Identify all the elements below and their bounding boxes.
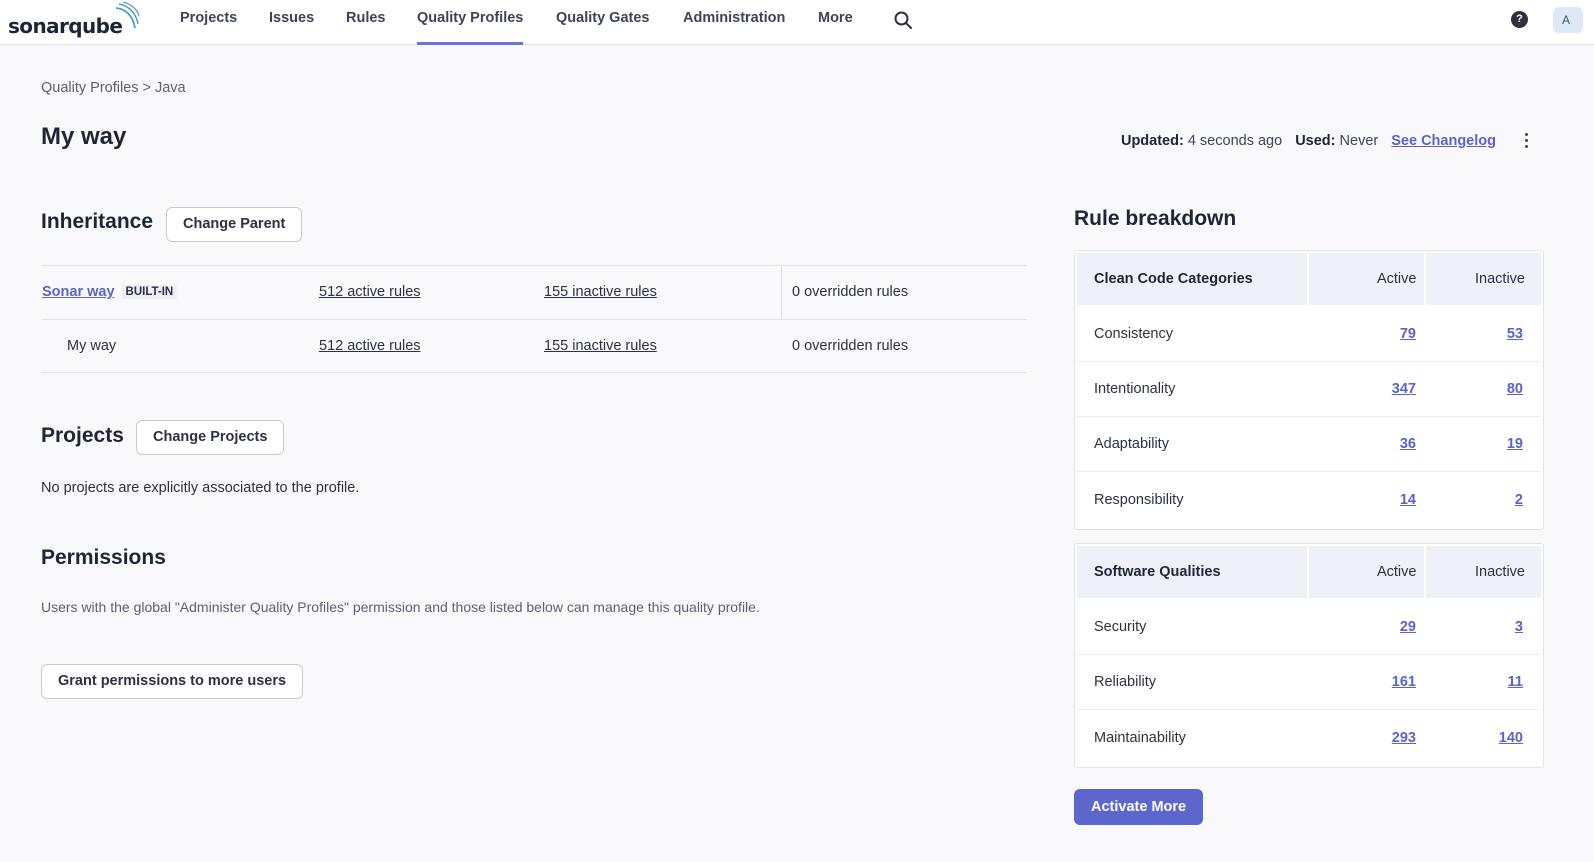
nav-quality-profiles[interactable]: Quality Profiles: [417, 0, 524, 45]
change-projects-button[interactable]: Change Projects: [136, 420, 285, 455]
page-title: My way: [41, 123, 127, 150]
software-qualities-header: Software Qualities: [1077, 546, 1307, 598]
nav-rules[interactable]: Rules: [346, 0, 386, 45]
sonarqube-logo[interactable]: sonarqube: [8, 2, 140, 38]
active-rules-link[interactable]: 512 active rules: [319, 338, 421, 354]
table-row: Consistency 79 53: [1077, 307, 1541, 362]
table-row: Reliability 161 11: [1077, 655, 1541, 710]
active-rules-link[interactable]: 512 active rules: [319, 284, 421, 300]
inheritance-profile-cell: Sonar way BUILT-IN: [42, 284, 178, 300]
avatar[interactable]: A: [1553, 7, 1583, 33]
permissions-description: Users with the global "Administer Qualit…: [41, 599, 760, 615]
active-count-link[interactable]: 347: [1392, 381, 1416, 397]
column-divider: [781, 266, 782, 319]
inactive-rules-link[interactable]: 155 inactive rules: [544, 284, 657, 300]
active-count-link[interactable]: 29: [1400, 619, 1416, 635]
inheritance-heading: Inheritance: [41, 210, 154, 233]
inheritance-row: Sonar way BUILT-IN 512 active rules 155 i…: [41, 265, 1027, 319]
clean-code-categories-header: Clean Code Categories: [1077, 253, 1307, 305]
inactive-header: Inactive: [1426, 546, 1541, 598]
activate-more-button[interactable]: Activate More: [1074, 789, 1204, 825]
category-label: Intentionality: [1094, 381, 1176, 397]
inactive-count-link[interactable]: 3: [1515, 619, 1523, 635]
table-header-row: Clean Code Categories Active Inactive: [1077, 253, 1541, 305]
table-row: Responsibility 14 2: [1077, 472, 1541, 527]
see-changelog-link[interactable]: See Changelog: [1391, 133, 1496, 149]
nav-more[interactable]: More: [818, 0, 853, 45]
profile-meta: Updated: 4 seconds ago Used: Never See C…: [1121, 133, 1496, 149]
clean-code-categories-table: Clean Code Categories Active Inactive Co…: [1074, 250, 1544, 530]
inactive-count-link[interactable]: 140: [1499, 730, 1523, 746]
breadcrumb: Quality Profiles > Java: [41, 80, 186, 96]
nav-projects[interactable]: Projects: [180, 0, 237, 45]
search-icon[interactable]: [893, 10, 913, 30]
active-count-link[interactable]: 79: [1400, 326, 1416, 342]
permissions-heading: Permissions: [41, 546, 166, 569]
table-row: Adaptability 36 19: [1077, 417, 1541, 472]
breadcrumb-separator: >: [142, 80, 151, 96]
updated-label: Updated:: [1120, 133, 1184, 149]
nav-issues[interactable]: Issues: [269, 0, 314, 45]
table-header-row: Software Qualities Active Inactive: [1077, 546, 1541, 598]
nav-administration[interactable]: Administration: [683, 0, 785, 45]
inactive-count-link[interactable]: 11: [1508, 674, 1523, 690]
inactive-rules-link[interactable]: 155 inactive rules: [544, 338, 657, 354]
built-in-badge: BUILT-IN: [121, 285, 178, 299]
breadcrumb-quality-profiles[interactable]: Quality Profiles: [41, 80, 139, 96]
my-way-label: My way: [67, 338, 117, 354]
active-count-link[interactable]: 36: [1400, 436, 1416, 452]
updated-value: 4 seconds ago: [1187, 133, 1283, 149]
used-value: Never: [1339, 133, 1379, 149]
active-header: Active: [1308, 546, 1425, 598]
inactive-count-link[interactable]: 53: [1507, 326, 1523, 342]
software-qualities-table: Software Qualities Active Inactive Secur…: [1074, 543, 1544, 768]
table-row: Security 29 3: [1077, 600, 1541, 655]
inactive-count-link[interactable]: 80: [1507, 381, 1523, 397]
inheritance-table: Sonar way BUILT-IN 512 active rules 155 i…: [41, 265, 1027, 373]
used-label: Used:: [1295, 133, 1336, 149]
active-header: Active: [1308, 253, 1425, 305]
projects-heading: Projects: [41, 424, 124, 447]
category-label: Consistency: [1094, 326, 1173, 342]
no-projects-message: No projects are explicitly associated to…: [41, 480, 360, 496]
category-label: Adaptability: [1094, 436, 1169, 452]
logo-text: sonarqube: [8, 14, 123, 38]
sonar-way-link[interactable]: Sonar way: [42, 284, 115, 300]
breadcrumb-java[interactable]: Java: [155, 80, 186, 96]
inactive-count-link[interactable]: 19: [1507, 436, 1523, 452]
table-row: Maintainability 293 140: [1077, 710, 1541, 765]
top-navigation-bar: sonarqube Projects Issues Rules Quality …: [0, 0, 1594, 45]
quality-label: Maintainability: [1094, 729, 1186, 746]
inactive-count-link[interactable]: 2: [1515, 492, 1523, 508]
active-count-link[interactable]: 14: [1400, 492, 1416, 508]
table-row: Intentionality 347 80: [1077, 362, 1541, 417]
logo-waves-icon: [115, 2, 140, 29]
help-icon[interactable]: ?: [1511, 11, 1528, 28]
change-parent-button[interactable]: Change Parent: [166, 207, 303, 242]
quality-label: Security: [1094, 619, 1147, 635]
inactive-header: Inactive: [1426, 253, 1541, 305]
overridden-rules: 0 overridden rules: [792, 284, 909, 300]
active-count-link[interactable]: 161: [1392, 674, 1416, 690]
rule-breakdown-heading: Rule breakdown: [1074, 207, 1237, 230]
active-count-link[interactable]: 293: [1392, 730, 1416, 746]
category-label: Responsibility: [1094, 491, 1184, 508]
inheritance-row: My way 512 active rules 155 inactive rul…: [41, 319, 1027, 373]
more-actions-icon[interactable]: [1518, 131, 1534, 151]
grant-permissions-button[interactable]: Grant permissions to more users: [41, 664, 304, 699]
quality-label: Reliability: [1094, 674, 1157, 690]
overridden-rules: 0 overridden rules: [792, 338, 909, 354]
nav-quality-gates[interactable]: Quality Gates: [556, 0, 649, 45]
